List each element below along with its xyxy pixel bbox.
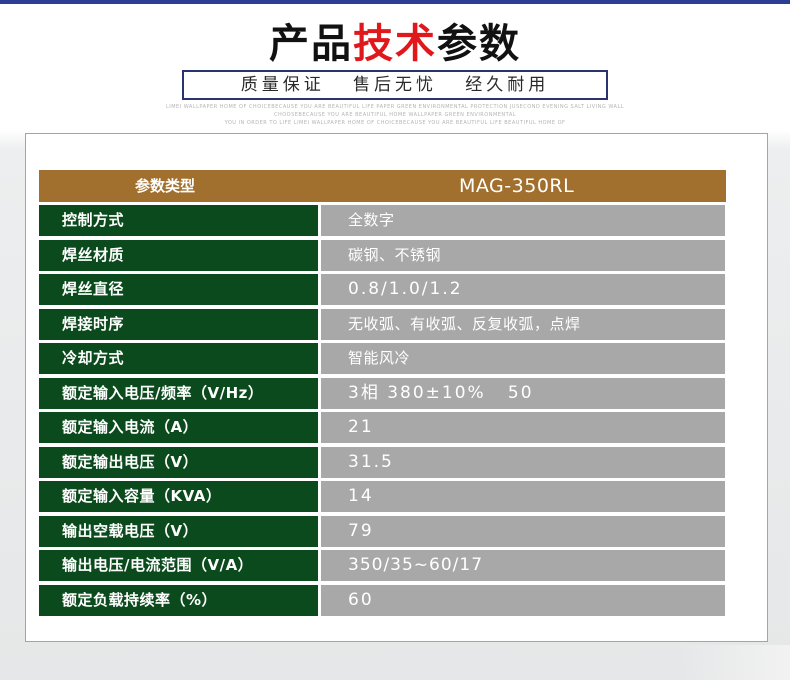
- header-param-type-label: 参数类型: [135, 177, 196, 195]
- spec-value: 全数字: [321, 205, 725, 236]
- spec-row: 控制方式 全数字: [39, 205, 727, 236]
- spec-value: 14: [321, 481, 725, 512]
- spec-row: 额定输入电流（A） 21: [39, 412, 727, 443]
- spec-name: 焊接时序: [39, 309, 318, 340]
- spec-value: 350/35~60/17: [321, 550, 725, 581]
- spec-name: 冷却方式: [39, 343, 318, 374]
- spec-row: 额定输出电压（V） 31.5: [39, 447, 727, 478]
- spec-row: 输出空载电压（V） 79: [39, 516, 727, 547]
- spec-row: 焊接时序 无收弧、有收弧、反复收弧，点焊: [39, 309, 727, 340]
- spec-row: 冷却方式 智能风冷: [39, 343, 727, 374]
- spec-value: 0.8/1.0/1.2: [321, 274, 725, 305]
- spec-name: 输出电压/电流范围（V/A）: [39, 550, 318, 581]
- spec-name: 输出空载电压（V）: [39, 516, 318, 547]
- spec-value: 无收弧、有收弧、反复收弧，点焊: [321, 309, 725, 340]
- bottom-corner-fade: [680, 645, 790, 680]
- title-part-params: 参数: [437, 20, 521, 67]
- spec-row: 输出电压/电流范围（V/A） 350/35~60/17: [39, 550, 727, 581]
- fine-print-line: LIMEI WALLPAPER HOME OF CHOICEBECAUSE YO…: [165, 104, 625, 110]
- spec-value: 31.5: [321, 447, 725, 478]
- spec-value: 21: [321, 412, 725, 443]
- fine-print-line: CHOOSEBECAUSE YOU ARE BEAUTIFUL HOME WAL…: [273, 112, 517, 118]
- spec-name: 焊丝材质: [39, 240, 318, 271]
- spec-row: 额定输入电压/频率（V/Hz） 3相 380±10% 50: [39, 378, 727, 409]
- spec-row: 额定输入容量（KVA） 14: [39, 481, 727, 512]
- spec-name: 额定输入容量（KVA）: [39, 481, 318, 512]
- header-model-value: MAG-350RL: [459, 175, 575, 197]
- fine-print-line: YOU IN ORDER TO LIFE LIMEI WALLPAPER HOM…: [224, 120, 566, 126]
- spec-value: 79: [321, 516, 725, 547]
- spec-table-header: 参数类型 MAG-350RL: [39, 170, 726, 202]
- spec-row: 焊丝材质 碳钢、不锈钢: [39, 240, 727, 271]
- slogan-box: 质量保证 售后无忧 经久耐用: [182, 70, 608, 100]
- spec-value: 60: [321, 585, 725, 616]
- spec-value: 碳钢、不锈钢: [321, 240, 725, 271]
- spec-name: 额定输入电压/频率（V/Hz）: [39, 378, 318, 409]
- page-title: 产品技术参数: [0, 20, 790, 68]
- top-accent-line: [0, 0, 790, 4]
- spec-name: 控制方式: [39, 205, 318, 236]
- spec-name: 额定输入电流（A）: [39, 412, 318, 443]
- title-part-tech: 技术: [353, 20, 437, 67]
- spec-value: 3相 380±10% 50: [321, 378, 725, 409]
- spec-row: 额定负载持续率（%） 60: [39, 585, 727, 616]
- spec-name: 额定输出电压（V）: [39, 447, 318, 478]
- spec-name: 额定负载持续率（%）: [39, 585, 318, 616]
- spec-row: 焊丝直径 0.8/1.0/1.2: [39, 274, 727, 305]
- spec-name: 焊丝直径: [39, 274, 318, 305]
- spec-value: 智能风冷: [321, 343, 725, 374]
- title-part-product: 产品: [269, 20, 353, 67]
